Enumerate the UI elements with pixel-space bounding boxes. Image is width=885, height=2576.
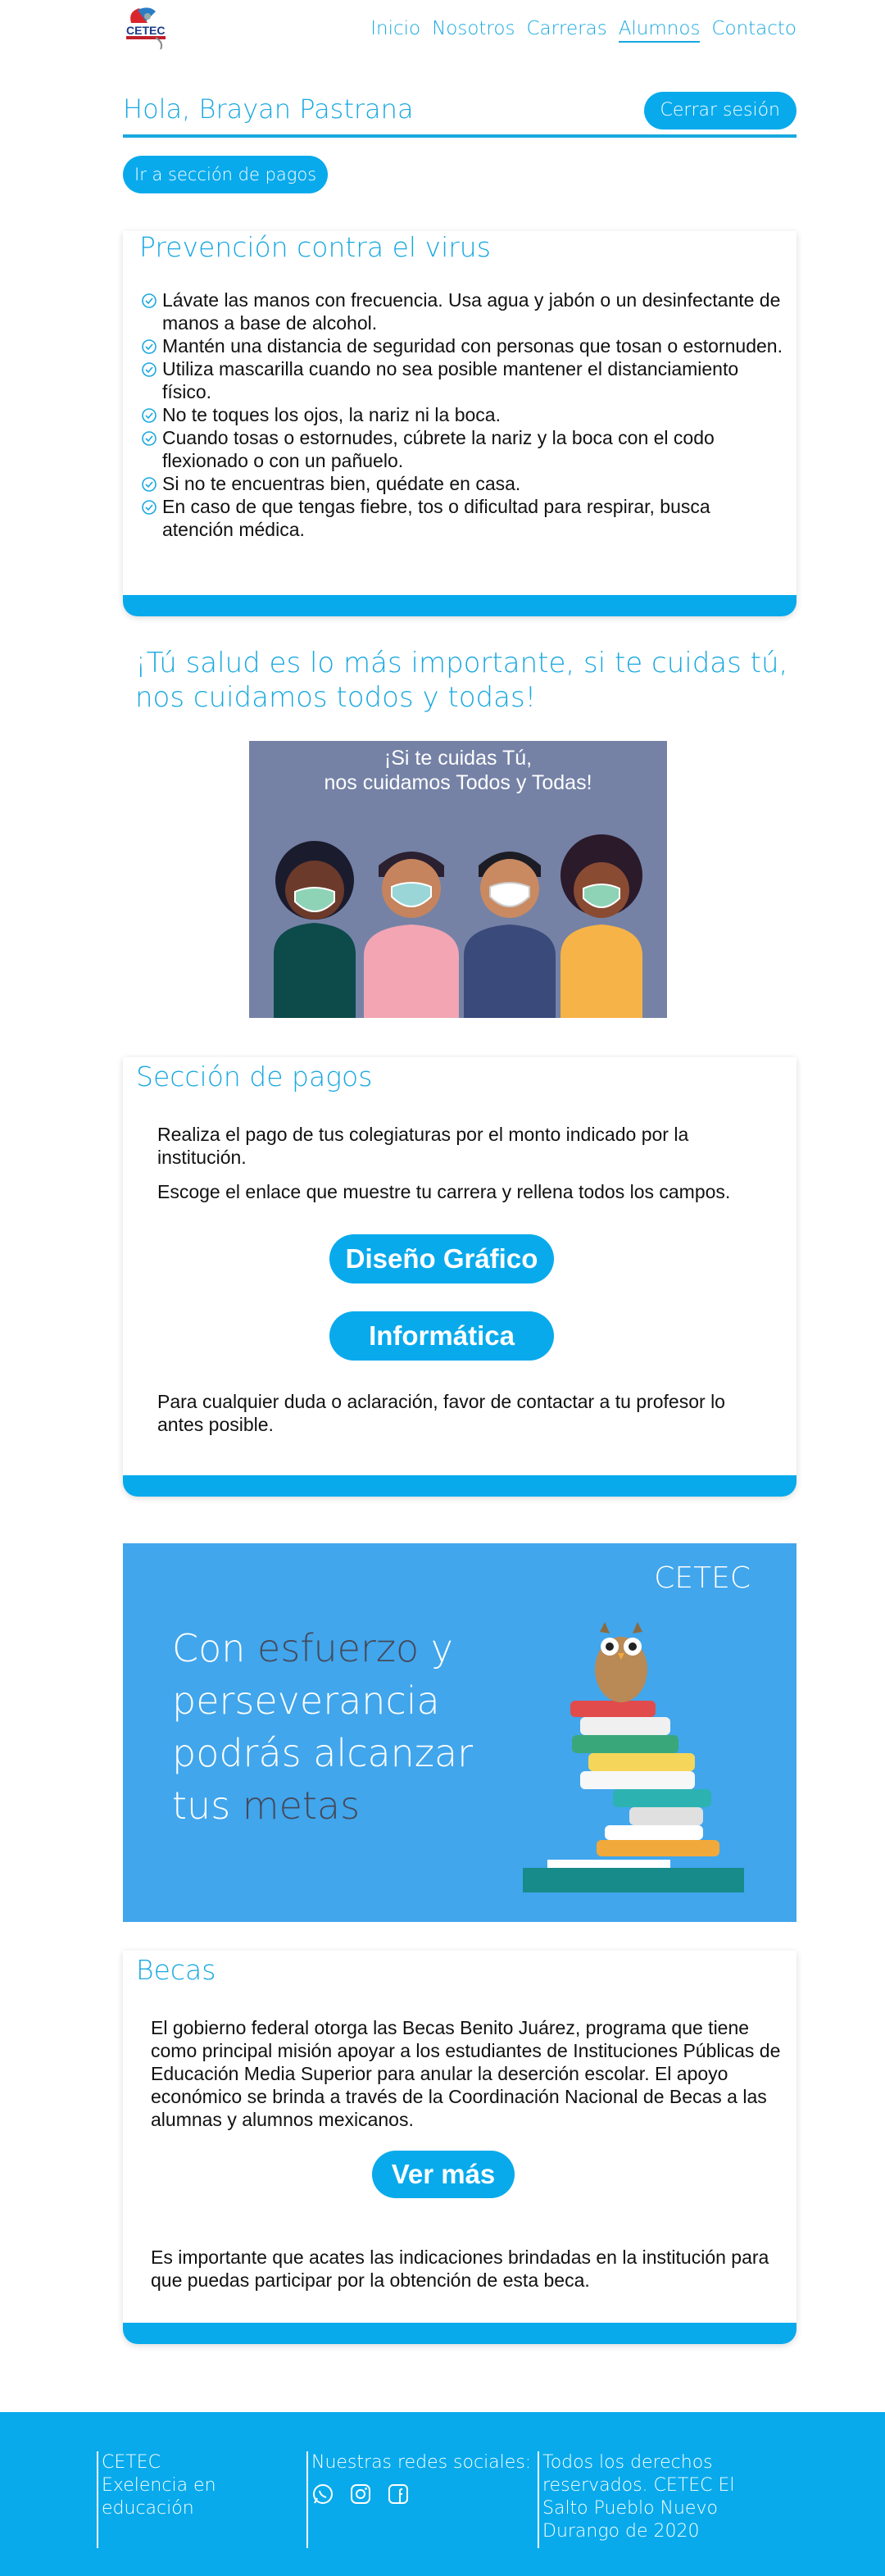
tip-text: Lávate las manos con frecuencia. Usa agu… xyxy=(162,289,781,334)
whatsapp-icon[interactable] xyxy=(311,2483,334,2506)
main-nav: Inicio Nosotros Carreras Alumnos Contact… xyxy=(370,18,796,43)
footer-social-col: Nuestras redes sociales: xyxy=(306,2451,536,2548)
list-item: Lávate las manos con frecuencia. Usa agu… xyxy=(139,288,787,334)
owl-books-illustration xyxy=(523,1622,744,1892)
list-item: En caso de que tengas fiebre, tos o difi… xyxy=(139,495,787,541)
check-circle-icon xyxy=(142,477,157,492)
banner-word-highlight: esfuerzo xyxy=(257,1626,420,1670)
prevention-title: Prevención contra el virus xyxy=(139,231,491,263)
footer-social-title: Nuestras redes sociales: xyxy=(311,2452,532,2473)
card-footer-bar xyxy=(123,595,796,616)
payments-card: Sección de pagos Realiza el pago de tus … xyxy=(123,1057,796,1497)
payments-title: Sección de pagos xyxy=(136,1061,373,1093)
tip-text: En caso de que tengas fiebre, tos o difi… xyxy=(162,496,710,540)
prevention-list: Lávate las manos con frecuencia. Usa agu… xyxy=(139,288,787,541)
becas-title: Becas xyxy=(136,1954,216,1986)
payments-text-3: Para cualquier duda o aclaración, favor … xyxy=(157,1391,725,1435)
footer-brand: CETEC xyxy=(102,2452,161,2473)
site-footer: CETEC Exelencia en educación Nuestras re… xyxy=(0,2412,885,2576)
career-informatica-button[interactable]: Informática xyxy=(329,1311,554,1361)
banner-line-1: Con esfuerzo y xyxy=(172,1622,453,1674)
tip-text: Cuando tosas o estornudes, cúbrete la na… xyxy=(162,427,715,471)
list-item: Utiliza mascarilla cuando no sea posible… xyxy=(139,357,787,403)
banner-word: Con xyxy=(172,1626,258,1670)
payments-text-2: Escoge el enlace que muestre tu carrera … xyxy=(157,1181,731,1202)
ver-mas-button[interactable]: Ver más xyxy=(372,2151,515,2198)
footer-brand-col: CETEC Exelencia en educación xyxy=(97,2451,302,2548)
banner-word: y xyxy=(419,1626,454,1670)
logo-text: CETEC xyxy=(126,24,165,37)
payments-link-button[interactable]: Ir a sección de pagos xyxy=(123,156,329,193)
tip-text: No te toques los ojos, la nariz ni la bo… xyxy=(162,404,501,425)
nav-alumnos[interactable]: Alumnos xyxy=(618,18,701,43)
becas-text-2: Es importante que acates las indicacione… xyxy=(151,2247,769,2291)
nav-inicio[interactable]: Inicio xyxy=(370,18,420,43)
check-circle-icon xyxy=(142,362,157,377)
greeting-row: Hola, Brayan Pastrana Cerrar sesión xyxy=(123,89,796,138)
banner-word: tus xyxy=(172,1783,243,1828)
check-circle-icon xyxy=(142,500,157,515)
footer-slogan: Exelencia en educación xyxy=(102,2475,216,2519)
nav-nosotros[interactable]: Nosotros xyxy=(432,18,515,43)
list-item: No te toques los ojos, la nariz ni la bo… xyxy=(139,403,787,426)
tip-text: Si no te encuentras bien, quédate en cas… xyxy=(162,473,521,494)
greeting-text: Hola, Brayan Pastrana xyxy=(123,93,414,125)
check-circle-icon xyxy=(142,408,157,423)
illustration-caption: ¡Si te cuidas Tú, nos cuidamos Todos y T… xyxy=(249,746,667,795)
banner-line-2: perseverancia xyxy=(172,1679,440,1723)
caption-line-1: ¡Si te cuidas Tú, xyxy=(384,747,533,770)
nav-contacto[interactable]: Contacto xyxy=(711,18,796,43)
card-footer-bar xyxy=(123,1475,796,1497)
health-headline: ¡Tú salud es lo más importante, si te cu… xyxy=(135,647,788,714)
check-circle-icon xyxy=(142,431,157,446)
footer-rights-col: Todos los derechos reservados. CETEC El … xyxy=(538,2451,783,2548)
facebook-icon[interactable] xyxy=(387,2483,410,2506)
career-diseno-button[interactable]: Diseño Gráfico xyxy=(329,1234,554,1283)
banner-line-4: tus metas xyxy=(172,1779,360,1832)
tip-text: Mantén una distancia de seguridad con pe… xyxy=(162,335,783,357)
banner-brand: CETEC xyxy=(654,1561,751,1595)
check-circle-icon xyxy=(142,339,157,354)
site-header: CETEC Inicio Nosotros Carreras Alumnos C… xyxy=(123,0,796,57)
caption-line-2: nos cuidamos Todos y Todas! xyxy=(324,771,592,794)
health-illustration: ¡Si te cuidas Tú, nos cuidamos Todos y T… xyxy=(249,741,667,1018)
card-footer-bar xyxy=(123,2323,796,2344)
motivation-banner: CETEC Con esfuerzo y perseverancia podrá… xyxy=(123,1543,796,1922)
nav-carreras[interactable]: Carreras xyxy=(526,18,606,43)
list-item: Si no te encuentras bien, quédate en cas… xyxy=(139,472,787,495)
cetec-logo[interactable]: CETEC xyxy=(123,3,174,54)
banner-line-3: podrás alcanzar xyxy=(172,1731,474,1775)
tip-text: Utiliza mascarilla cuando no sea posible… xyxy=(162,358,739,402)
logout-button[interactable]: Cerrar sesión xyxy=(643,92,796,129)
prevention-card: Prevención contra el virus Lávate las ma… xyxy=(123,231,796,616)
list-item: Cuando tosas o estornudes, cúbrete la na… xyxy=(139,426,787,472)
list-item: Mantén una distancia de seguridad con pe… xyxy=(139,334,787,357)
social-icons xyxy=(311,2483,536,2506)
becas-text-1: El gobierno federal otorga las Becas Ben… xyxy=(151,2017,781,2130)
payments-text-1: Realiza el pago de tus colegiaturas por … xyxy=(157,1124,689,1168)
becas-card: Becas El gobierno federal otorga las Bec… xyxy=(123,1951,796,2344)
footer-rights: Todos los derechos reservados. CETEC El … xyxy=(542,2452,735,2542)
instagram-icon[interactable] xyxy=(349,2483,372,2506)
check-circle-icon xyxy=(142,293,157,308)
banner-word-highlight: metas xyxy=(242,1783,361,1828)
